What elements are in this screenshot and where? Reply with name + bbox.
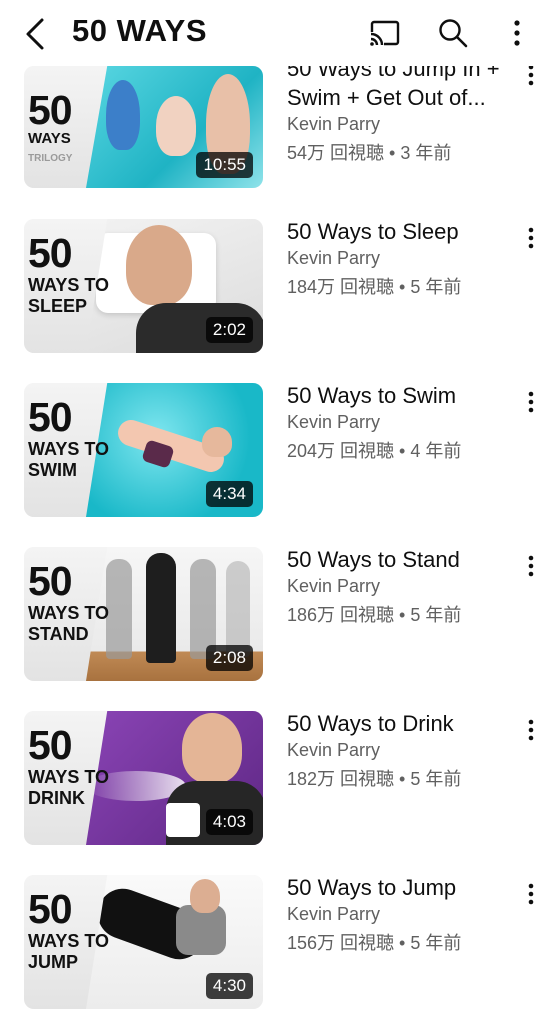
video-thumbnail[interactable]: 50 WAYS TO JUMP 4:30 xyxy=(24,875,263,1009)
channel-name[interactable]: Kevin Parry xyxy=(287,114,515,135)
page-title: 50 WAYS xyxy=(72,13,208,48)
cast-icon[interactable] xyxy=(368,16,402,50)
thumbnail-subtitle: WAYS TO SLEEP xyxy=(28,275,110,316)
video-title[interactable]: 50 Ways to Swim xyxy=(287,381,515,410)
video-thumbnail[interactable]: 50 WAYS TO DRINK 4:03 xyxy=(24,711,263,845)
channel-name[interactable]: Kevin Parry xyxy=(287,248,515,269)
video-thumbnail[interactable]: 50 WAYS TRILOGY 10:55 xyxy=(24,66,263,188)
duration-badge: 2:08 xyxy=(205,645,253,671)
person-head xyxy=(126,225,192,305)
duration-badge: 4:03 xyxy=(205,809,253,835)
thumbnail-big-number: 50 xyxy=(28,87,73,133)
thumbnail-big-number: 50 xyxy=(28,230,73,276)
video-info: 50 Ways to Drink Kevin Parry 182万 回視聴 • … xyxy=(287,709,515,791)
video-list: 50 WAYS TRILOGY 10:55 50 Ways to Jump In… xyxy=(0,0,560,1024)
duration-badge: 10:55 xyxy=(196,152,253,178)
video-meta: 182万 回視聴 • 5 年前 xyxy=(287,769,462,789)
person-head xyxy=(190,879,220,913)
more-options-icon[interactable] xyxy=(522,225,540,251)
channel-name[interactable]: Kevin Parry xyxy=(287,740,515,761)
video-thumbnail[interactable]: 50 WAYS TO SLEEP 2:02 xyxy=(24,219,263,353)
video-item-jump[interactable]: 50 WAYS TO JUMP 4:30 50 Ways to Jump Kev… xyxy=(0,875,560,1015)
duration-badge: 2:02 xyxy=(205,317,253,343)
search-icon[interactable] xyxy=(436,16,470,50)
video-info: 50 Ways to Swim Kevin Parry 204万 回視聴 • 4… xyxy=(287,381,515,463)
video-thumbnail[interactable]: 50 WAYS TO SWIM 4:34 xyxy=(24,383,263,517)
video-item-stand[interactable]: 50 WAYS TO STAND 2:08 50 Ways to Stand K… xyxy=(0,547,560,687)
person-head xyxy=(182,713,242,783)
video-thumbnail[interactable]: 50 WAYS TO STAND 2:08 xyxy=(24,547,263,681)
video-item-jump-swim-trilogy[interactable]: 50 WAYS TRILOGY 10:55 50 Ways to Jump In… xyxy=(0,56,560,196)
video-info: 50 Ways to Jump Kevin Parry 156万 回視聴 • 5… xyxy=(287,873,515,955)
duration-badge: 4:34 xyxy=(205,481,253,507)
more-options-icon[interactable] xyxy=(522,389,540,415)
thumbnail-subtitle: WAYS TO JUMP xyxy=(28,931,110,972)
video-info: 50 Ways to Jump In + Swim + Get Out of..… xyxy=(287,54,515,165)
video-item-swim[interactable]: 50 WAYS TO SWIM 4:34 50 Ways to Swim Kev… xyxy=(0,383,560,523)
video-title[interactable]: 50 Ways to Jump xyxy=(287,873,515,902)
thumbnail-big-number: 50 xyxy=(28,394,73,440)
person-figure xyxy=(146,553,176,663)
channel-name[interactable]: Kevin Parry xyxy=(287,576,515,597)
thumbnail-big-number: 50 xyxy=(28,722,73,768)
video-meta: 204万 回視聴 • 4 年前 xyxy=(287,441,462,461)
thumbnail-trilogy-label: TRILOGY xyxy=(28,153,73,164)
video-meta: 156万 回視聴 • 5 年前 xyxy=(287,933,462,953)
duration-badge: 4:30 xyxy=(205,973,253,999)
top-app-bar: 50 WAYS xyxy=(0,0,560,66)
thumbnail-big-number: 50 xyxy=(28,558,73,604)
video-info: 50 Ways to Stand Kevin Parry 186万 回視聴 • … xyxy=(287,545,515,627)
video-item-drink[interactable]: 50 WAYS TO DRINK 4:03 50 Ways to Drink K… xyxy=(0,711,560,851)
back-arrow-icon[interactable] xyxy=(22,16,52,52)
mug-shape xyxy=(166,803,200,837)
video-title[interactable]: 50 Ways to Drink xyxy=(287,709,515,738)
video-title[interactable]: 50 Ways to Sleep xyxy=(287,217,515,246)
thumbnail-subtitle: WAYS TO STAND xyxy=(28,603,110,644)
swimmer-head xyxy=(202,427,232,457)
channel-name[interactable]: Kevin Parry xyxy=(287,412,515,433)
thumbnail-big-number: 50 xyxy=(28,886,73,932)
person-figure-faded xyxy=(190,559,216,659)
thumbnail-subtitle: WAYS TO DRINK xyxy=(28,767,110,808)
more-options-icon[interactable] xyxy=(522,553,540,579)
channel-name[interactable]: Kevin Parry xyxy=(287,904,515,925)
video-item-sleep[interactable]: 50 WAYS TO SLEEP 2:02 50 Ways to Sleep K… xyxy=(0,219,560,359)
thumbnail-subtitle: WAYS TO SWIM xyxy=(28,439,110,480)
person-figure xyxy=(156,96,196,156)
more-options-icon[interactable] xyxy=(522,717,540,743)
video-title[interactable]: 50 Ways to Stand xyxy=(287,545,515,574)
more-options-icon[interactable] xyxy=(522,881,540,907)
video-meta: 184万 回視聴 • 5 年前 xyxy=(287,277,462,297)
more-vert-icon[interactable] xyxy=(506,16,528,50)
video-info: 50 Ways to Sleep Kevin Parry 184万 回視聴 • … xyxy=(287,217,515,299)
video-meta: 54万 回視聴 • 3 年前 xyxy=(287,143,452,163)
thumbnail-subtitle: WAYS xyxy=(28,130,71,147)
person-figure-faded xyxy=(226,561,250,657)
video-meta: 186万 回視聴 • 5 年前 xyxy=(287,605,462,625)
